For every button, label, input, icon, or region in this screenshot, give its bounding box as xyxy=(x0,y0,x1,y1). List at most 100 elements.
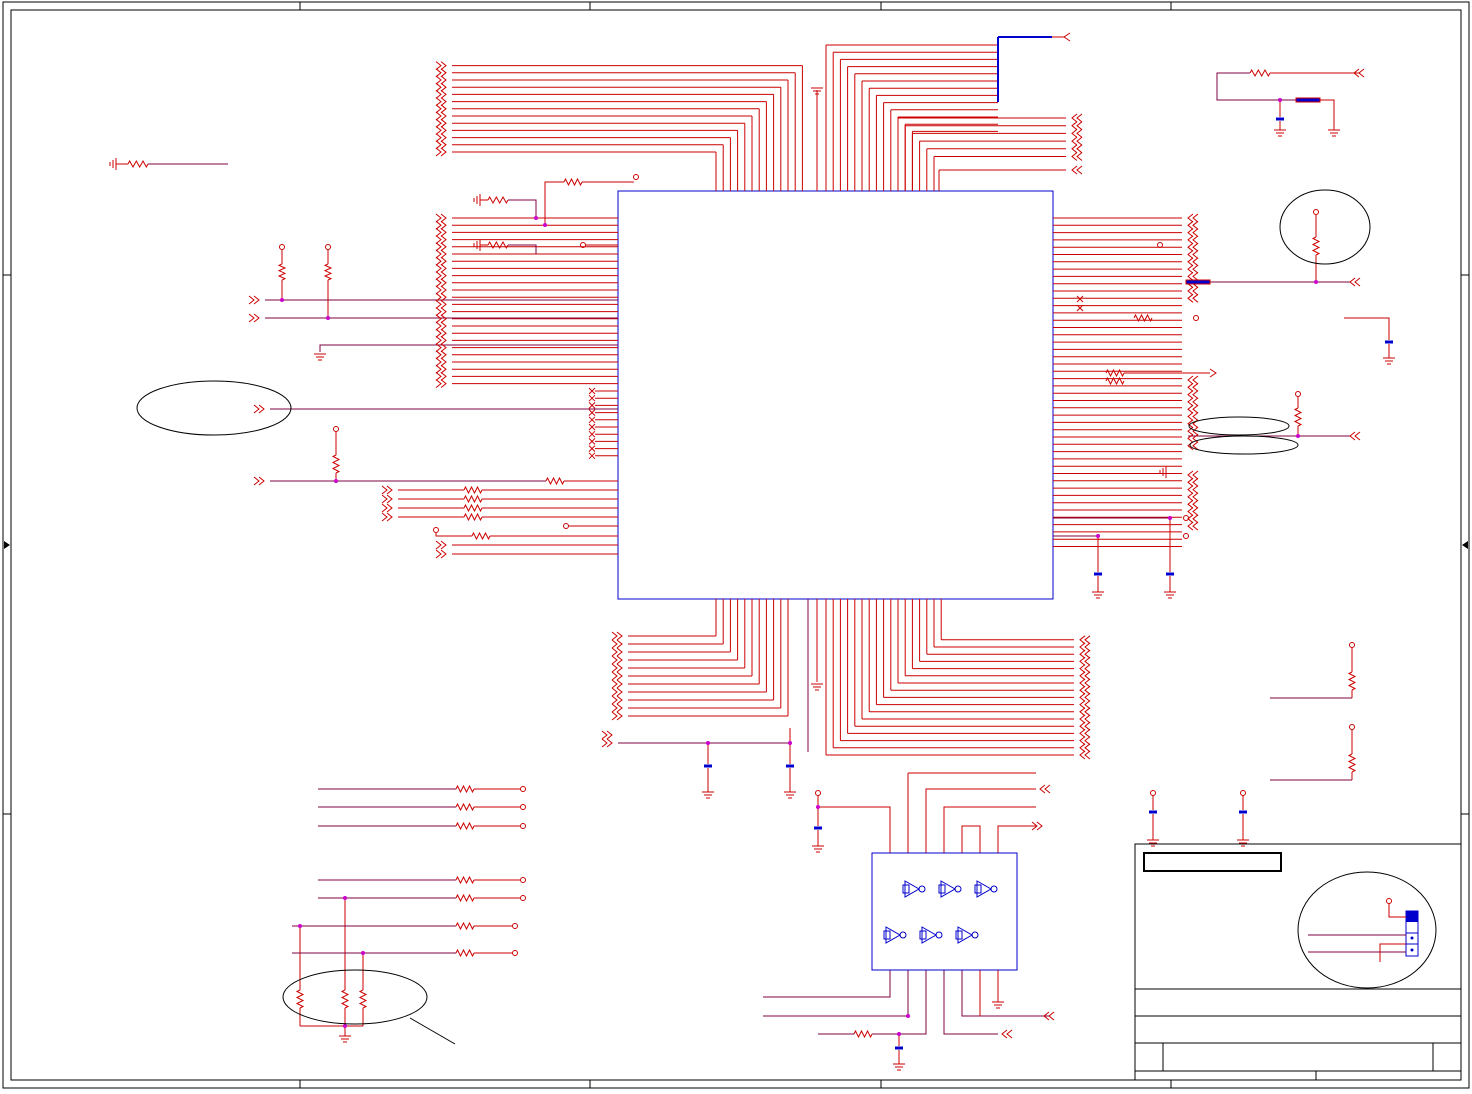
port-connector xyxy=(435,118,447,128)
schmitt-mark xyxy=(919,930,927,940)
power-terminal xyxy=(1183,515,1189,521)
port-connector xyxy=(1001,1029,1013,1039)
top-bus-connector xyxy=(1052,32,1071,42)
port-connector xyxy=(1079,750,1091,760)
junction-dot xyxy=(326,316,330,320)
wire-segment xyxy=(943,970,998,1035)
wire-segment xyxy=(435,533,472,537)
resistor xyxy=(1311,236,1321,256)
inverter-gate xyxy=(976,880,993,898)
port-connector xyxy=(611,695,623,705)
jumper-header xyxy=(1308,898,1419,962)
port-connector xyxy=(611,639,623,649)
schmitt-mark xyxy=(938,884,946,894)
wire-segment xyxy=(1216,72,1296,101)
port-connector xyxy=(1079,678,1091,688)
resistor xyxy=(455,893,475,903)
capacitor xyxy=(704,764,712,768)
power-terminal xyxy=(1295,391,1301,397)
port-connector xyxy=(435,271,447,280)
junction-dot xyxy=(906,1014,910,1018)
junction-dot xyxy=(1314,280,1318,284)
resistor xyxy=(455,948,475,958)
port-connector xyxy=(1079,721,1091,731)
port-connector xyxy=(1187,228,1199,237)
port-connector xyxy=(611,679,623,689)
junction-dot xyxy=(1296,434,1300,438)
resistor xyxy=(455,821,475,831)
port-connector xyxy=(1079,714,1091,724)
port-connector xyxy=(435,147,447,157)
port-connector xyxy=(1187,235,1199,245)
port-connector xyxy=(1187,404,1199,414)
port-connector xyxy=(435,328,447,338)
port-connector xyxy=(435,133,447,142)
note-ellipse-left xyxy=(136,380,292,436)
wire-segment xyxy=(508,199,537,218)
capacitor xyxy=(1385,340,1393,344)
port-connector xyxy=(435,379,447,388)
port-connector xyxy=(1187,507,1199,516)
inverter-gate xyxy=(940,880,957,898)
ferrite-bead xyxy=(1295,97,1321,103)
resistor xyxy=(463,485,483,495)
wire-segment xyxy=(544,181,564,225)
port-connector xyxy=(1079,693,1091,702)
port-connector xyxy=(1349,277,1361,287)
port-connector xyxy=(435,90,447,99)
port-connector xyxy=(1079,649,1091,659)
port-connector xyxy=(435,249,447,259)
component-layer xyxy=(109,61,1395,1071)
port-connector xyxy=(1071,152,1083,161)
port-connector xyxy=(435,104,447,114)
inverter-gates xyxy=(883,880,998,944)
arrow-connector xyxy=(1209,368,1217,378)
wire-segment xyxy=(1344,317,1390,340)
power-terminal xyxy=(512,950,518,956)
port-connector xyxy=(1079,743,1091,753)
resistor xyxy=(471,531,491,541)
port-connector xyxy=(1079,707,1091,717)
port-connector xyxy=(1071,165,1083,175)
port-connector xyxy=(435,256,447,266)
wire-segment xyxy=(943,806,1036,853)
port-connector xyxy=(435,321,447,331)
resistor xyxy=(295,989,305,1009)
capacitor xyxy=(1149,810,1157,814)
port-connector xyxy=(435,540,447,550)
resistor xyxy=(463,503,483,513)
port-connector xyxy=(1187,499,1199,509)
inverter-gate xyxy=(904,880,921,898)
port-connector xyxy=(1079,736,1091,745)
resistor xyxy=(463,494,483,504)
port-connector xyxy=(435,336,447,345)
power-terminal xyxy=(1349,642,1355,648)
junction-dot xyxy=(534,216,538,220)
port-connector xyxy=(1079,685,1091,695)
port-connector xyxy=(1187,250,1199,259)
port-connector xyxy=(1187,412,1199,421)
power-terminal xyxy=(1313,209,1319,215)
port-connector xyxy=(1187,477,1199,487)
capacitor xyxy=(1166,572,1174,576)
resistor xyxy=(340,989,350,1009)
note-ellipse-bottom-left xyxy=(282,969,428,1025)
port-connector xyxy=(1079,642,1091,652)
port-connector xyxy=(1071,136,1083,146)
port-connector xyxy=(435,242,447,252)
resistor xyxy=(127,159,149,169)
wire-segment xyxy=(818,806,891,853)
junction-dot xyxy=(816,805,820,809)
port-connector xyxy=(1187,390,1199,399)
junction-dot xyxy=(343,896,347,900)
inverter-gate xyxy=(957,926,974,944)
port-connector xyxy=(1187,264,1199,274)
power-terminal xyxy=(815,790,821,796)
hex-inverter-body xyxy=(871,852,1018,971)
port-connector xyxy=(1187,521,1199,531)
port-connector xyxy=(1187,257,1199,267)
port-connector xyxy=(1071,113,1083,123)
port-connector xyxy=(611,703,623,713)
port-connector xyxy=(435,126,447,135)
junction-layer xyxy=(280,98,1318,1036)
